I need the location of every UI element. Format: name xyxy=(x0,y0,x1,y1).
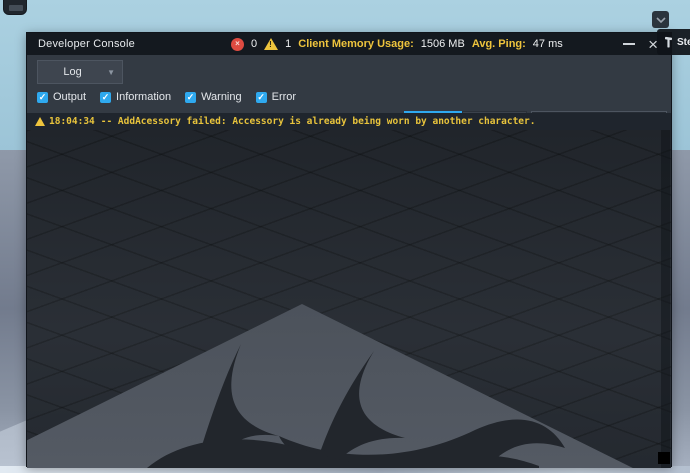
chevron-down-icon: ▼ xyxy=(107,67,115,77)
menu-glyph xyxy=(9,5,23,11)
log-message: -- AddAcessory failed: Accessory is alre… xyxy=(100,116,536,127)
filter-output[interactable]: ✓ Output xyxy=(37,91,86,103)
memory-value: 1506 MB xyxy=(420,38,465,50)
checkbox-checked-icon[interactable]: ✓ xyxy=(185,91,197,103)
warning-icon xyxy=(35,117,45,126)
console-log-viewport[interactable] xyxy=(27,130,671,468)
log-dropdown-label: Log xyxy=(63,66,82,78)
filter-label: Error xyxy=(271,91,297,103)
resize-grip[interactable] xyxy=(658,452,670,464)
ping-value: 47 ms xyxy=(532,38,563,50)
filter-label: Warning xyxy=(201,91,242,103)
console-toolbar: Log ▼ ✓ Output ✓ Information ✓ Warning ✓ xyxy=(27,55,671,133)
log-timestamp: 18:04:34 xyxy=(49,116,95,127)
error-count-icon: × xyxy=(231,37,244,51)
warning-count: 1 xyxy=(285,38,292,50)
memory-label: Client Memory Usage: xyxy=(298,38,414,50)
warning-exclamation: ! xyxy=(269,40,272,49)
checkbox-checked-icon[interactable]: ✓ xyxy=(37,91,48,103)
log-type-dropdown[interactable]: Log ▼ xyxy=(37,60,123,84)
checkbox-checked-icon[interactable]: ✓ xyxy=(255,91,267,103)
minimize-icon[interactable] xyxy=(623,43,636,45)
log-entry-text: 18:04:34 -- AddAcessory failed: Accessory… xyxy=(49,116,535,127)
scrollbar[interactable] xyxy=(661,130,670,468)
checkbox-checked-icon[interactable]: ✓ xyxy=(100,91,112,103)
filter-label: Output xyxy=(53,91,87,103)
filter-error[interactable]: ✓ Error xyxy=(255,91,297,103)
console-titlebar[interactable]: Developer Console × 0 ! 1 Client Memory … xyxy=(27,33,671,55)
filter-warning[interactable]: ✓ Warning xyxy=(185,91,242,103)
leaderboard-toggle[interactable] xyxy=(652,11,669,28)
warning-count-icon: ! xyxy=(264,38,279,50)
player-name: Stev xyxy=(677,36,690,48)
filter-checkbox-row: ✓ Output ✓ Information ✓ Warning ✓ Error xyxy=(37,91,296,103)
status-cluster: × 0 ! 1 Client Memory Usage: 1506 MB Avg… xyxy=(231,33,563,55)
roblox-game-screen: Developer Console × 0 ! 1 Client Memory … xyxy=(0,0,690,473)
player-hammer-icon xyxy=(664,36,673,47)
log-entry-warning[interactable]: 18:04:34 -- AddAcessory failed: Accessory… xyxy=(27,113,671,130)
error-count: 0 xyxy=(251,38,258,50)
roblox-menu-icon[interactable] xyxy=(3,0,27,15)
window-title: Developer Console xyxy=(38,38,135,50)
window-controls: × xyxy=(623,33,658,55)
leaderboard-panel[interactable]: Stev xyxy=(657,29,690,55)
filter-information[interactable]: ✓ Information xyxy=(100,91,171,103)
ping-label: Avg. Ping: xyxy=(471,38,526,50)
developer-console-window: Developer Console × 0 ! 1 Client Memory … xyxy=(26,32,672,468)
scene-through-console xyxy=(27,304,633,468)
chevron-down-icon xyxy=(655,16,666,23)
filter-label: Information xyxy=(116,91,172,103)
